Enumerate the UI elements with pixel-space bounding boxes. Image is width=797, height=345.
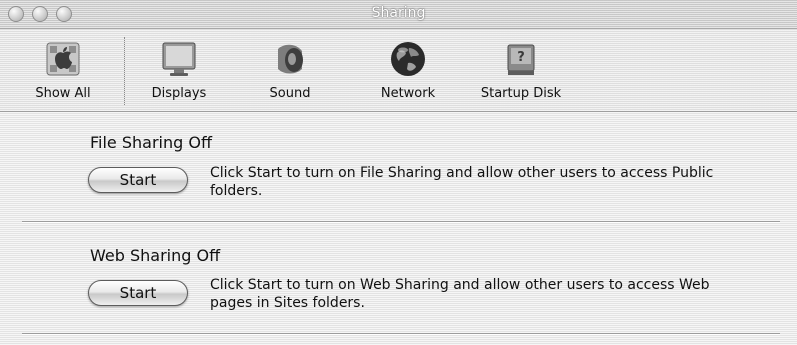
file-sharing-description: Click Start to turn on File Sharing and … (210, 165, 714, 199)
toolbar-item-label: Network (380, 86, 436, 101)
apple-icon (43, 39, 83, 79)
toolbar-item-startup-disk[interactable]: ? Startup Disk (470, 39, 572, 101)
section-divider (22, 333, 780, 335)
toolbar-item-label: Show All (35, 86, 91, 101)
web-sharing-status: Web Sharing Off (90, 246, 221, 265)
toolbar-item-label: Displays (151, 86, 207, 101)
sharing-window: Sharing Show All Displays Sound Network … (0, 0, 797, 345)
toolbar-separator (124, 37, 125, 105)
file-sharing-status: File Sharing Off (90, 133, 212, 152)
toolbar-item-label: Sound (269, 86, 311, 101)
title-bar: Sharing (0, 0, 797, 29)
toolbar: Show All Displays Sound Network ? Startu… (0, 29, 797, 112)
file-sharing-start-button[interactable]: Start (88, 167, 188, 193)
speaker-icon (270, 39, 310, 79)
toolbar-item-label: Startup Disk (480, 86, 562, 101)
toolbar-item-displays[interactable]: Displays (143, 39, 215, 101)
toolbar-item-sound[interactable]: Sound (258, 39, 322, 101)
file-sharing-section: File Sharing Off Start Click Start to tu… (0, 111, 797, 221)
window-title: Sharing (371, 5, 426, 21)
disk-icon: ? (501, 39, 541, 79)
svg-text:?: ? (517, 50, 525, 65)
web-sharing-start-button[interactable]: Start (88, 280, 188, 306)
toolbar-item-network[interactable]: Network (370, 39, 446, 101)
web-sharing-section: Web Sharing Off Start Click Start to tur… (0, 222, 797, 332)
toolbar-item-show-all[interactable]: Show All (28, 39, 98, 101)
globe-icon (388, 39, 428, 79)
web-sharing-description: Click Start to turn on Web Sharing and a… (210, 277, 710, 311)
monitor-icon (159, 39, 199, 79)
